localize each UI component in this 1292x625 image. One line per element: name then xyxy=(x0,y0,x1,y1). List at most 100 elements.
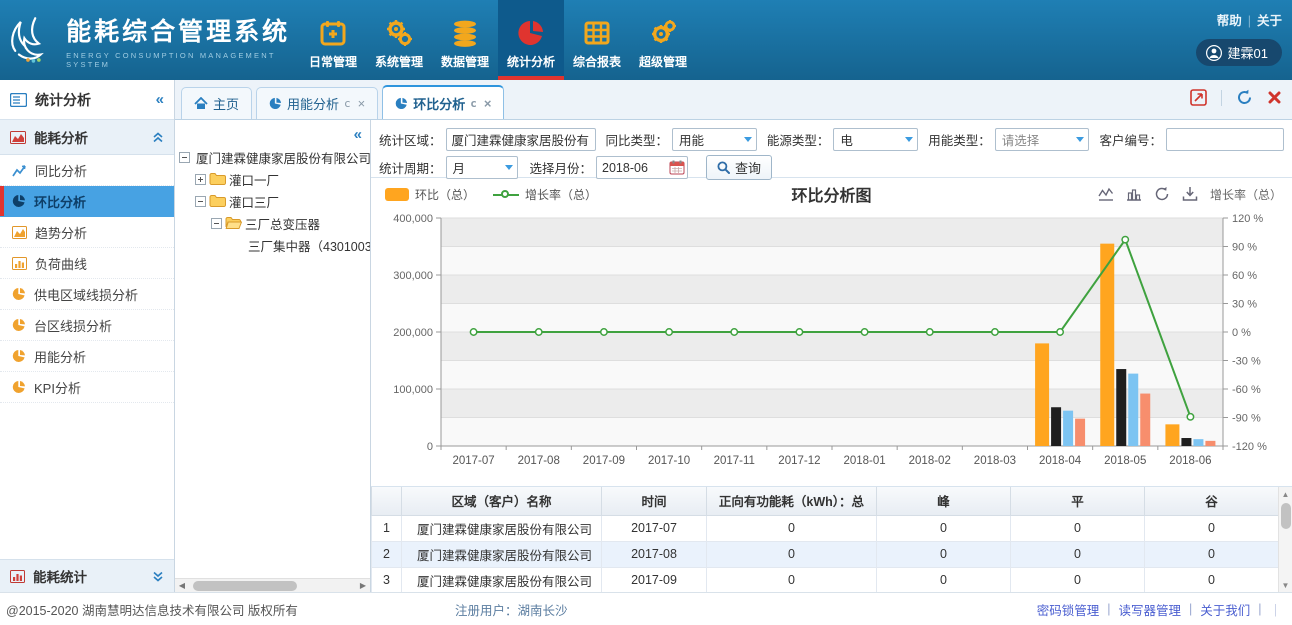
svg-text:2018-01: 2018-01 xyxy=(843,455,885,467)
scroll-up-icon[interactable]: ▲ xyxy=(1279,487,1292,501)
tree-node-plant1[interactable]: 灌口一厂 xyxy=(175,168,370,190)
table-grid-icon xyxy=(583,19,611,47)
switch-to-bar-icon[interactable] xyxy=(1126,187,1142,202)
sidebar-group-energy-analysis[interactable]: 能耗分析 xyxy=(0,120,174,155)
chevron-down-icon xyxy=(905,137,913,142)
search-icon xyxy=(717,161,730,174)
restore-chart-icon[interactable] xyxy=(1154,186,1170,202)
svg-text:2017-10: 2017-10 xyxy=(648,455,690,467)
sidebar-item-energy-usage[interactable]: 用能分析 xyxy=(0,341,174,372)
sidebar-item-load-curve[interactable]: 负荷曲线 xyxy=(0,248,174,279)
menu-item-daily[interactable]: 日常管理 xyxy=(300,0,366,80)
calendar-icon[interactable] xyxy=(669,160,685,175)
svg-text:120 %: 120 % xyxy=(1232,213,1263,225)
compare-type-select[interactable]: 用能 xyxy=(672,128,757,151)
pie-chart-icon xyxy=(269,97,282,110)
org-tree-panel: « 厦门建霖健康家居股份有限公司 灌口一厂 xyxy=(175,120,371,592)
menu-item-reports[interactable]: 综合报表 xyxy=(564,0,630,80)
tree-collapse-icon[interactable]: « xyxy=(354,126,362,143)
sidebar-item-trend-analysis[interactable]: 趋势分析 xyxy=(0,217,174,248)
close-tabs-icon[interactable] xyxy=(1267,90,1282,105)
period-select[interactable]: 月 xyxy=(446,156,518,179)
scrollbar-thumb[interactable] xyxy=(193,581,297,591)
svg-text:200,000: 200,000 xyxy=(393,327,433,339)
usage-type-label: 用能类型： xyxy=(928,130,991,149)
reader-manage-link[interactable]: 读写器管理 xyxy=(1118,600,1181,619)
customer-no-input[interactable] xyxy=(1166,128,1284,151)
password-lock-link[interactable]: 密码锁管理 xyxy=(1037,600,1100,619)
menu-item-statistics[interactable]: 统计分析 xyxy=(498,0,564,80)
chevron-up-icon[interactable] xyxy=(152,132,164,143)
sidebar-group-energy-statistics[interactable]: 能耗统计 xyxy=(0,559,174,592)
expand-tab-icon[interactable] xyxy=(1190,89,1207,106)
sidebar-item-yoy-analysis[interactable]: 同比分析 xyxy=(0,155,174,186)
tree-node-plant3[interactable]: 灌口三厂 xyxy=(175,190,370,212)
sidebar-collapse-icon[interactable]: « xyxy=(156,91,164,108)
svg-text:2018-05: 2018-05 xyxy=(1104,455,1146,467)
col-time[interactable]: 时间 xyxy=(602,487,707,515)
tree-expander-minus-icon[interactable] xyxy=(195,196,206,207)
period-label: 统计周期： xyxy=(379,158,442,177)
tree-node-company[interactable]: 厦门建霖健康家居股份有限公司 xyxy=(175,146,370,168)
tree-horizontal-scrollbar[interactable]: ◀ ▶ xyxy=(175,578,370,592)
footer: @2015-2020 湖南慧明达信息技术有限公司 版权所有 注册用户：湖南长沙 … xyxy=(0,592,1292,625)
menu-item-system[interactable]: 系统管理 xyxy=(366,0,432,80)
switch-to-line-icon[interactable] xyxy=(1098,187,1114,202)
table-vertical-scrollbar[interactable]: ▲ ▼ xyxy=(1278,487,1292,592)
region-input[interactable] xyxy=(446,128,596,151)
user-pill[interactable]: 建霖01 xyxy=(1196,39,1282,66)
tree-expander-minus-icon[interactable] xyxy=(179,152,190,163)
sidebar-item-mom-analysis[interactable]: 环比分析 xyxy=(0,186,174,217)
scroll-down-icon[interactable]: ▼ xyxy=(1279,578,1292,592)
top-menu: 日常管理 系统管理 数据管理 统计分析 综合报表 超级管理 xyxy=(300,0,696,80)
svg-text:-30 %: -30 % xyxy=(1232,356,1261,368)
mom-analysis-chart: 环比分析图 环比（总） 增长率（总） xyxy=(371,178,1292,486)
chevron-down-icon[interactable] xyxy=(152,571,164,582)
chart-plot-area[interactable]: 0100,000200,000300,000400,000-120 %-90 %… xyxy=(371,206,1292,486)
tree-expander-plus-icon[interactable] xyxy=(195,174,206,185)
database-icon xyxy=(451,19,479,47)
help-link[interactable]: 帮助 xyxy=(1217,14,1242,28)
sidebar-item-district-line-loss[interactable]: 台区线损分析 xyxy=(0,310,174,341)
pie-chart-icon xyxy=(12,380,26,394)
tab-refresh-icon[interactable]: c xyxy=(344,97,351,110)
svg-text:60 %: 60 % xyxy=(1232,270,1257,282)
tab-close-icon[interactable]: × xyxy=(484,96,492,111)
col-flat[interactable]: 平 xyxy=(1011,487,1145,515)
folder-open-icon xyxy=(225,216,242,230)
menu-item-super[interactable]: 超级管理 xyxy=(630,0,696,80)
scrollbar-thumb[interactable] xyxy=(1281,503,1291,529)
about-link[interactable]: 关于 xyxy=(1257,14,1282,28)
tree-node-concentrator[interactable]: 三厂集中器（4301003 xyxy=(175,234,370,256)
scroll-left-icon[interactable]: ◀ xyxy=(175,579,189,593)
tree-expander-minus-icon[interactable] xyxy=(211,218,222,229)
menu-item-data[interactable]: 数据管理 xyxy=(432,0,498,80)
col-total-kwh[interactable]: 正向有功能耗（kWh）：总 xyxy=(707,487,877,515)
bar-chart-icon xyxy=(10,570,25,583)
about-us-link[interactable]: 关于我们 xyxy=(1200,600,1250,619)
refresh-tabs-icon[interactable] xyxy=(1236,89,1253,106)
query-button[interactable]: 查询 xyxy=(706,155,772,180)
col-region-name[interactable]: 区域（客户）名称 xyxy=(402,487,602,515)
download-chart-icon[interactable] xyxy=(1182,186,1198,202)
tab-close-icon[interactable]: × xyxy=(358,96,366,111)
home-icon xyxy=(194,97,208,110)
table-row[interactable]: 2 厦门建霖健康家居股份有限公司 2017-08 0 0 0 0 xyxy=(372,541,1279,567)
col-valley[interactable]: 谷 xyxy=(1145,487,1279,515)
col-peak[interactable]: 峰 xyxy=(877,487,1011,515)
energy-type-select[interactable]: 电 xyxy=(833,128,918,151)
sidebar-item-supply-region-line-loss[interactable]: 供电区域线损分析 xyxy=(0,279,174,310)
tab-refresh-icon[interactable]: c xyxy=(470,97,477,110)
tab-energy-usage-analysis[interactable]: 用能分析 c × xyxy=(256,87,378,119)
tab-home[interactable]: 主页 xyxy=(181,87,252,119)
line-chart-icon xyxy=(12,164,27,177)
sidebar-item-kpi-analysis[interactable]: KPI分析 xyxy=(0,372,174,403)
legend-item-growth-rate[interactable]: 增长率（总） xyxy=(493,186,597,203)
scroll-right-icon[interactable]: ▶ xyxy=(356,579,370,593)
usage-type-select[interactable]: 请选择 xyxy=(995,128,1090,151)
table-row[interactable]: 3 厦门建霖健康家居股份有限公司 2017-09 0 0 0 0 xyxy=(372,567,1279,592)
table-row[interactable]: 1 厦门建霖健康家居股份有限公司 2017-07 0 0 0 0 xyxy=(372,515,1279,541)
tab-mom-analysis[interactable]: 环比分析 c × xyxy=(382,85,504,119)
legend-item-mom-total[interactable]: 环比（总） xyxy=(385,186,475,203)
tree-node-transformer[interactable]: 三厂总变压器 xyxy=(175,212,370,234)
